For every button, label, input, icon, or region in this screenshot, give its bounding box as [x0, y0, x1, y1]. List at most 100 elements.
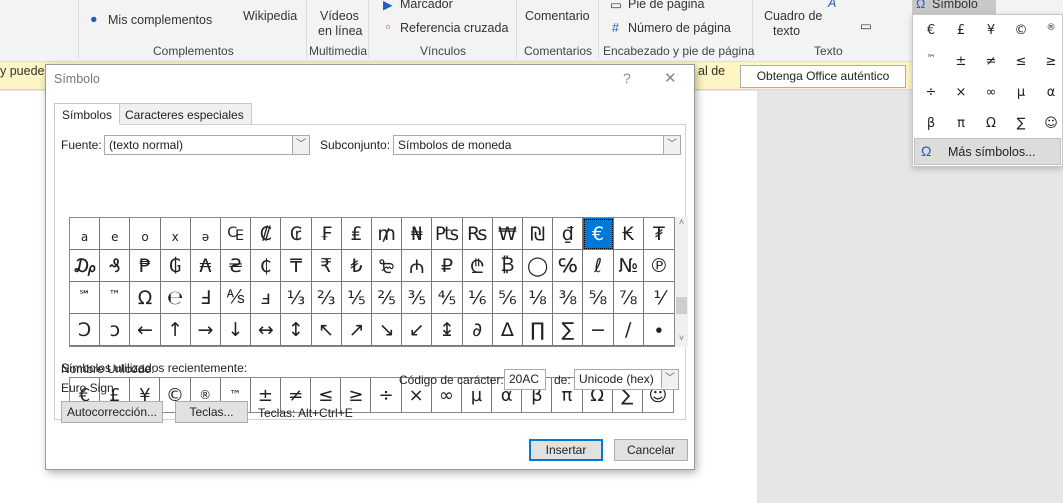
symbol-cell[interactable]: ₡	[251, 218, 282, 250]
symbol-cell[interactable]: ↖	[311, 314, 342, 346]
symbol-cell[interactable]: ℓ	[583, 250, 614, 282]
symbol-cell[interactable]: ⅝	[583, 282, 614, 314]
cuadro-de-texto-button-line2[interactable]: texto	[773, 24, 800, 38]
teclas-button[interactable]: Teclas...	[175, 401, 248, 423]
symbol-cell[interactable]: ₭	[613, 218, 644, 250]
symbol-cell[interactable]: Ω	[130, 282, 161, 314]
obtenga-office-button[interactable]: Obtenga Office auténtico	[740, 65, 906, 88]
referencia-cruzada-button[interactable]: Referencia cruzada	[400, 21, 508, 35]
symbol-cell[interactable]: ↨	[432, 314, 463, 346]
marcador-button[interactable]: Marcador	[400, 0, 453, 11]
cuadro-de-texto-button[interactable]: Cuadro de	[764, 9, 822, 23]
dropdown-symbol[interactable]: ☺	[1036, 116, 1063, 131]
symbol-cell[interactable]: ₸	[281, 250, 312, 282]
symbol-cell[interactable]: ⅚	[492, 282, 523, 314]
symbol-cell[interactable]: ₯	[70, 250, 101, 282]
symbol-cell[interactable]: ⅕	[341, 282, 372, 314]
symbol-cell[interactable]: →	[190, 314, 221, 346]
symbol-cell[interactable]: ⅟	[643, 282, 674, 314]
symbol-cell[interactable]: Ⅎ	[190, 282, 221, 314]
symbol-cell[interactable]: ₧	[432, 218, 463, 250]
symbol-cell[interactable]: ⅍	[221, 282, 252, 314]
symbol-cell[interactable]: ™	[100, 282, 131, 314]
symbol-cell[interactable]: ⅎ	[251, 282, 282, 314]
symbol-cell[interactable]: ⅘	[432, 282, 463, 314]
wordart-icon[interactable]: A	[828, 0, 836, 10]
symbol-cell[interactable]: ₦	[402, 218, 433, 250]
grid-scrollbar[interactable]: ˄ ˅	[675, 217, 688, 347]
symbol-cell[interactable]: ∑	[553, 314, 584, 346]
dropdown-symbol[interactable]: α	[1036, 85, 1063, 100]
symbol-cell[interactable]: e	[100, 218, 131, 250]
symbol-cell[interactable]: ₿	[492, 250, 523, 282]
scroll-up-icon[interactable]: ˄	[675, 217, 688, 227]
wikipedia-button[interactable]: Wikipedia	[243, 9, 297, 23]
simbolo-button[interactable]: Ω Símbolo	[912, 0, 996, 14]
symbol-cell[interactable]: ℮	[160, 282, 191, 314]
dropdown-symbol[interactable]: ≥	[1036, 54, 1063, 69]
help-button[interactable]: ?	[623, 70, 631, 86]
symbol-cell[interactable]: ⅗	[402, 282, 433, 314]
dropdown-symbol[interactable]: ±	[946, 54, 976, 69]
dropdown-symbol[interactable]: ®	[1036, 23, 1063, 33]
symbol-cell[interactable]: ₮	[643, 218, 674, 250]
dropdown-symbol[interactable]: ≤	[1006, 54, 1036, 69]
symbol-cell[interactable]: ₹	[311, 250, 342, 282]
tab-caracteres-especiales[interactable]: Caracteres especiales	[117, 103, 252, 125]
symbol-cell[interactable]: ↔	[251, 314, 282, 346]
dropdown-symbol[interactable]: €	[916, 23, 946, 38]
recent-symbol-cell[interactable]: ÷	[371, 378, 402, 412]
symbol-cell[interactable]: ₩	[492, 218, 523, 250]
symbol-cell[interactable]: ⅜	[553, 282, 584, 314]
symbol-cell[interactable]: ₤	[341, 218, 372, 250]
dropdown-symbol[interactable]: ™	[916, 54, 946, 64]
mis-complementos-button[interactable]: Mis complementos	[108, 13, 212, 27]
symbol-cell[interactable]: ₲	[160, 250, 191, 282]
dropdown-symbol[interactable]: β	[916, 116, 946, 131]
symbol-cell[interactable]: €	[583, 218, 614, 250]
symbol-cell[interactable]: −	[583, 314, 614, 346]
symbol-cell[interactable]: ⅞	[613, 282, 644, 314]
symbol-cell[interactable]: ₽	[432, 250, 463, 282]
symbol-cell[interactable]: ₨	[462, 218, 493, 250]
symbol-cell[interactable]: ↙	[402, 314, 433, 346]
symbol-cell[interactable]: ₼	[402, 250, 433, 282]
scroll-down-icon[interactable]: ˅	[675, 333, 688, 343]
videos-button-line2[interactable]: en línea	[318, 24, 362, 38]
symbol-cell[interactable]: ↓	[221, 314, 252, 346]
symbol-cell[interactable]: ₣	[311, 218, 342, 250]
subset-select[interactable]: Símbolos de moneda ﹀	[393, 135, 681, 155]
symbol-cell[interactable]: ℅	[553, 250, 584, 282]
dropdown-symbol[interactable]: £	[946, 23, 976, 38]
symbol-cell[interactable]: ∆	[492, 314, 523, 346]
dropdown-symbol[interactable]: Ω	[976, 116, 1006, 131]
from-select[interactable]: Unicode (hex) ﹀	[574, 369, 679, 390]
symbol-cell[interactable]: ℠	[70, 282, 101, 314]
symbol-cell[interactable]: ₥	[372, 218, 403, 250]
symbol-cell[interactable]: ⅙	[462, 282, 493, 314]
symbol-cell[interactable]: ⅛	[523, 282, 554, 314]
symbol-cell[interactable]: ₳	[190, 250, 221, 282]
font-select[interactable]: (texto normal) ﹀	[104, 135, 310, 155]
numero-de-pagina-button[interactable]: Número de página	[628, 21, 731, 35]
symbol-cell[interactable]: ↄ	[100, 314, 131, 346]
symbol-cell[interactable]: ₱	[130, 250, 161, 282]
dropdown-symbol[interactable]: ∞	[976, 85, 1006, 100]
code-input[interactable]: 20AC	[504, 369, 546, 390]
symbol-cell[interactable]: ∏	[523, 314, 554, 346]
symbol-cell[interactable]: ⅓	[281, 282, 312, 314]
symbol-cell[interactable]: ⅔	[311, 282, 342, 314]
symbol-cell[interactable]: ↗	[341, 314, 372, 346]
tab-simbolos[interactable]: Símbolos	[54, 103, 121, 125]
symbol-cell[interactable]: ₪	[523, 218, 554, 250]
symbol-cell[interactable]: ₾	[462, 250, 493, 282]
symbol-cell[interactable]: ₢	[281, 218, 312, 250]
symbol-cell[interactable]: ₴	[221, 250, 252, 282]
dropdown-symbol[interactable]: π	[946, 116, 976, 131]
symbol-cell[interactable]: №	[613, 250, 644, 282]
close-button[interactable]: ✕	[664, 69, 677, 87]
cancelar-button[interactable]: Cancelar	[614, 439, 688, 461]
symbol-cell[interactable]: ⅖	[372, 282, 403, 314]
dropdown-symbol[interactable]: ≠	[976, 54, 1006, 69]
dropdown-symbol[interactable]: ¥	[976, 23, 1006, 38]
